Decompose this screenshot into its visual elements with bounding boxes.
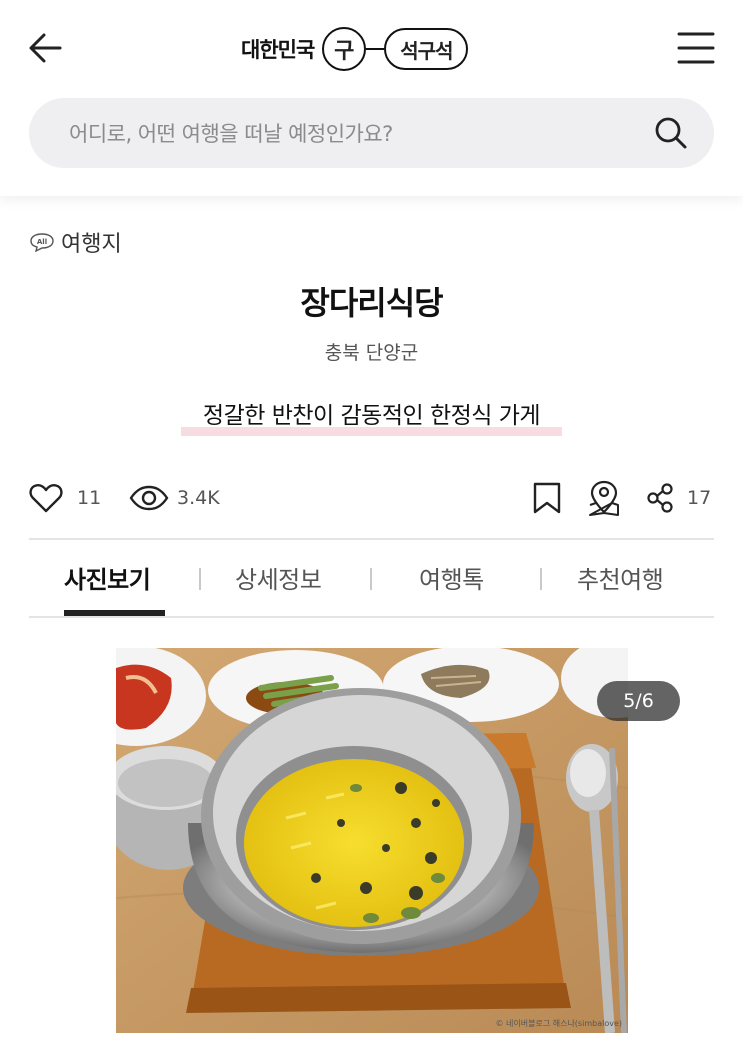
- view-stat: 3.4K: [129, 476, 220, 520]
- stats-row: 11 3.4K 17: [29, 476, 714, 526]
- place-location: 충북 단양군: [324, 342, 419, 364]
- share-button[interactable]: 17: [645, 476, 711, 520]
- all-category-icon: All: [30, 233, 54, 252]
- logo-circle: 구: [322, 27, 367, 71]
- tab-photos[interactable]: 사진보기: [64, 560, 151, 595]
- top-header: 대한민국 구 석구석 어디로, 어떤 여행을 떠날 예정인가요?: [0, 0, 743, 196]
- tab-divider: [370, 568, 372, 590]
- share-icon: [647, 483, 673, 513]
- photo-counter-badge: 5/6: [597, 681, 680, 721]
- search-bar[interactable]: 어디로, 어떤 여행을 떠날 예정인가요?: [29, 98, 714, 168]
- place-tagline: 정갈한 반찬이 감동적인 한정식 가게: [180, 396, 563, 436]
- logo-pill: 석구석: [384, 28, 469, 70]
- tab-recommended[interactable]: 추천여행: [577, 560, 664, 595]
- heart-icon: [29, 484, 63, 513]
- like-button[interactable]: 11: [29, 476, 101, 520]
- category-tag: All 여행지: [29, 226, 122, 258]
- logo-prefix: 대한민국: [241, 38, 315, 62]
- bookmark-icon: [533, 482, 561, 514]
- content-tabs: 사진보기 상세정보 여행톡 추천여행: [29, 538, 714, 618]
- like-count: 11: [77, 487, 102, 509]
- category-label: 여행지: [61, 232, 122, 257]
- tab-travel-talk[interactable]: 여행톡: [419, 560, 484, 595]
- page-title: 장다리식당: [300, 284, 443, 322]
- tab-divider: [540, 568, 542, 590]
- tab-divider: [199, 568, 201, 590]
- map-location-button[interactable]: [585, 476, 623, 520]
- share-count: 17: [687, 487, 712, 509]
- map-pin-icon: [589, 480, 619, 516]
- all-icon-text: All: [37, 238, 47, 246]
- food-photo-illustration: [116, 648, 628, 1033]
- food-photo[interactable]: © 네이버블로그 해스나(simbalove): [116, 648, 628, 1033]
- site-logo[interactable]: 대한민국 구 석구석: [241, 26, 469, 72]
- hamburger-menu-icon[interactable]: [676, 30, 716, 66]
- view-count: 3.4K: [177, 487, 220, 509]
- bookmark-button[interactable]: [532, 476, 562, 520]
- tagline-wrapper: 정갈한 반찬이 감동적인 한정식 가게: [0, 396, 743, 436]
- search-icon[interactable]: [654, 116, 688, 150]
- photo-credit: © 네이버블로그 해스나(simbalove): [495, 1019, 622, 1028]
- active-tab-indicator: [64, 610, 165, 616]
- back-arrow-icon[interactable]: [26, 28, 66, 68]
- eye-icon: [129, 485, 169, 511]
- logo-dash: [366, 47, 385, 51]
- search-placeholder[interactable]: 어디로, 어떤 여행을 떠날 예정인가요?: [69, 118, 393, 148]
- tab-details[interactable]: 상세정보: [235, 560, 322, 595]
